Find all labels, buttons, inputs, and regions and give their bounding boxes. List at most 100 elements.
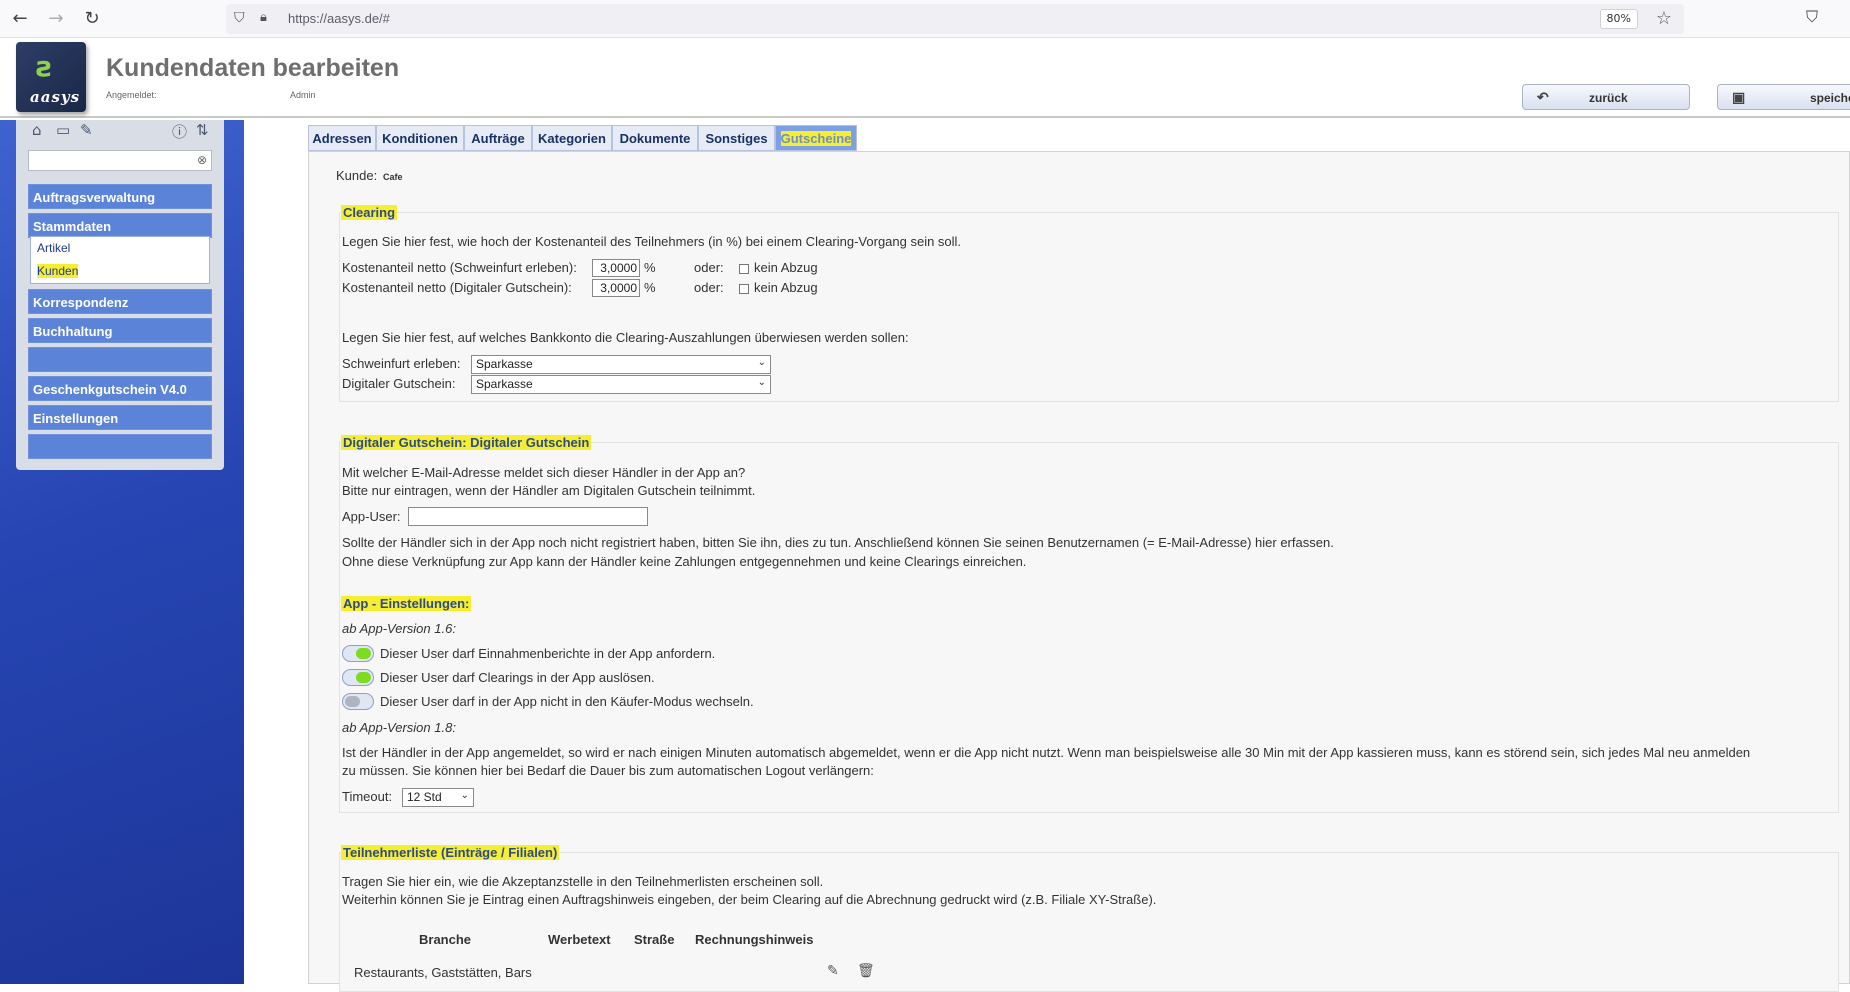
url-text[interactable]: https://aasys.de/# [288, 11, 390, 26]
percent-label-1: % [644, 260, 656, 275]
kostenanteil-schweinfurt-label: Kostenanteil netto (Schweinfurt erleben)… [342, 260, 577, 275]
tab-auftraege[interactable]: Aufträge [464, 125, 532, 151]
chevron-down-icon: ⌄ [757, 357, 766, 368]
sidebar-item-kunden[interactable]: Kunden [37, 264, 79, 278]
tab-konditionen[interactable]: Konditionen [376, 125, 464, 151]
sidebar-toolbar: ⌂ ▭ ✎ ⓘ ⇅ [28, 121, 218, 141]
back-arrow-icon[interactable]: ← [8, 7, 32, 31]
participant-row-branche: Restaurants, Gaststätten, Bars [354, 965, 532, 980]
app-header: ƨ aasys Kundendaten bearbeiten Angemelde… [0, 38, 1850, 118]
nav-empty-1[interactable] [28, 347, 212, 372]
timeout-text-2: zu müssen. Sie können hier bei Bedarf di… [342, 763, 874, 778]
kostenanteil-schweinfurt-input[interactable]: 3,0000 [592, 259, 640, 277]
bank-schweinfurt-value: Sparkasse [476, 357, 533, 371]
kein-abzug-checkbox-2[interactable] [739, 284, 749, 294]
app-version-16: ab App-Version 1.6: [342, 621, 456, 636]
chevron-down-icon: ⌄ [757, 377, 766, 388]
toggle-einnahmenberichte[interactable] [342, 645, 374, 662]
zoom-indicator[interactable]: 80% [1599, 9, 1638, 29]
back-button-label: zurück [1589, 91, 1628, 105]
tab-gutscheine[interactable]: Gutscheine [775, 125, 857, 151]
folder-icon[interactable]: ▭ [56, 121, 70, 139]
shield-icon[interactable]: ⛉ [234, 10, 245, 26]
percent-label-2: % [644, 280, 656, 295]
logo-text: aasys [30, 88, 81, 106]
toggle-kaeufer-modus[interactable] [342, 693, 374, 710]
kein-abzug-label-2: kein Abzug [754, 280, 818, 295]
column-branche: Branche [419, 932, 472, 947]
back-button[interactable]: ↶ zurück [1522, 84, 1690, 110]
tab-sonstiges[interactable]: Sonstiges [698, 125, 775, 151]
app-version-18: ab App-Version 1.8: [342, 720, 456, 735]
timeout-value: 12 Std [407, 790, 442, 804]
nav-auftragsverwaltung[interactable]: Auftragsverwaltung [28, 184, 212, 209]
stammdaten-submenu: Artikel Kunden [30, 236, 210, 284]
nav-einstellungen[interactable]: Einstellungen [28, 405, 212, 430]
clear-search-icon[interactable]: ⊗ [197, 153, 207, 167]
tab-dokumente[interactable]: Dokumente [612, 125, 698, 151]
info-icon[interactable]: ⓘ [172, 121, 187, 142]
page-title: Kundendaten bearbeiten [106, 54, 400, 82]
clearing-title: Clearing [341, 205, 398, 220]
digital-line-2: Bitte nur eintragen, wenn der Händler am… [342, 483, 756, 498]
trash-icon[interactable]: 🗑︎ [857, 963, 875, 979]
app-user-label: App-User: [342, 509, 401, 524]
tools-icon[interactable]: ✎ [80, 121, 93, 139]
participants-line-1: Tragen Sie hier ein, wie die Akzeptanzst… [342, 874, 824, 889]
logo-mark-icon: ƨ [36, 50, 53, 83]
forward-arrow-icon[interactable]: → [44, 7, 68, 31]
tab-gutscheine-label: Gutscheine [780, 131, 852, 146]
toggle-einnahmenberichte-label: Dieser User darf Einnahmenberichte in de… [380, 646, 716, 661]
refresh-icon[interactable]: ⇅ [196, 121, 209, 139]
toggle-clearings[interactable] [342, 669, 374, 686]
reload-icon[interactable]: ↻ [80, 7, 104, 31]
digital-info-2: Ohne diese Verknüpfung zur App kann der … [342, 554, 1027, 569]
nav-geschenkgutschein[interactable]: Geschenkgutschein V4.0 [28, 376, 212, 401]
lock-icon[interactable]: 🔒︎ [260, 10, 267, 25]
app-settings-title: App - Einstellungen: [341, 596, 472, 611]
participants-title: Teilnehmerliste (Einträge / Filialen) [341, 845, 560, 860]
undo-arrow-icon: ↶ [1537, 89, 1549, 105]
timeout-select[interactable]: 12 Std ⌄ [402, 788, 474, 807]
nav-buchhaltung[interactable]: Buchhaltung [28, 318, 212, 343]
kostenanteil-digital-input[interactable]: 3,0000 [592, 279, 640, 297]
kein-abzug-checkbox-1[interactable] [739, 264, 749, 274]
customer-label: Kunde: [336, 168, 378, 183]
digital-info-1: Sollte der Händler sich in der App noch … [342, 535, 1334, 550]
nav-stammdaten[interactable]: Stammdaten [28, 213, 212, 238]
toggle-kaeufer-modus-label: Dieser User darf in der App nicht in den… [380, 694, 754, 709]
bookmark-star-icon[interactable]: ☆ [1656, 8, 1672, 29]
sidebar-item-artikel[interactable]: Artikel [37, 241, 70, 255]
url-bar[interactable]: ⛉ 🔒︎ https://aasys.de/# 80% ☆ [226, 4, 1684, 34]
kein-abzug-label-1: kein Abzug [754, 260, 818, 275]
column-werbetext: Werbetext [548, 932, 611, 947]
chevron-down-icon: ⌄ [460, 790, 469, 801]
bank-schweinfurt-label: Schweinfurt erleben: [342, 356, 461, 371]
browser-toolbar: ← → ↻ ⛉ 🔒︎ https://aasys.de/# 80% ☆ ⛉ [0, 0, 1850, 38]
bank-schweinfurt-select[interactable]: Sparkasse ⌄ [471, 355, 771, 374]
bank-digital-value: Sparkasse [476, 377, 533, 391]
tab-kategorien[interactable]: Kategorien [532, 125, 612, 151]
nav-empty-2[interactable] [28, 434, 212, 459]
participants-section [339, 852, 1839, 992]
nav-korrespondenz[interactable]: Korrespondenz [28, 289, 212, 314]
sidebar-panel: ⌂ ▭ ✎ ⓘ ⇅ ⊗ Auftragsverwaltung Stammdate… [16, 120, 224, 470]
column-strasse: Straße [634, 932, 675, 947]
participants-line-2: Weiterhin können Sie je Eintrag einen Au… [342, 892, 1157, 907]
toggle-clearings-label: Dieser User darf Clearings in der App au… [380, 670, 655, 685]
app-user-input[interactable] [408, 507, 648, 526]
save-button[interactable]: ▣ speichern [1717, 84, 1850, 110]
column-rechnungshinweis: Rechnungshinweis [695, 932, 814, 947]
bank-digital-select[interactable]: Sparkasse ⌄ [471, 375, 771, 394]
home-icon[interactable]: ⌂ [32, 121, 42, 139]
floppy-disk-icon: ▣ [1732, 89, 1746, 105]
tab-adressen[interactable]: Adressen [308, 125, 376, 151]
main-content: Kunde: Cafe Clearing Legen Sie hier fest… [308, 151, 1850, 992]
sidebar-search-input[interactable]: ⊗ [28, 150, 212, 171]
kostenanteil-digital-label: Kostenanteil netto (Digitaler Gutschein)… [342, 280, 572, 295]
bank-intro: Legen Sie hier fest, auf welches Bankkon… [342, 330, 909, 345]
pocket-icon[interactable]: ⛉ [1806, 7, 1818, 27]
edit-pencil-icon[interactable]: ✎ [827, 963, 839, 979]
clearing-intro: Legen Sie hier fest, wie hoch der Kosten… [342, 234, 962, 249]
digital-gutschein-title: Digitaler Gutschein: Digitaler Gutschein [341, 435, 592, 450]
